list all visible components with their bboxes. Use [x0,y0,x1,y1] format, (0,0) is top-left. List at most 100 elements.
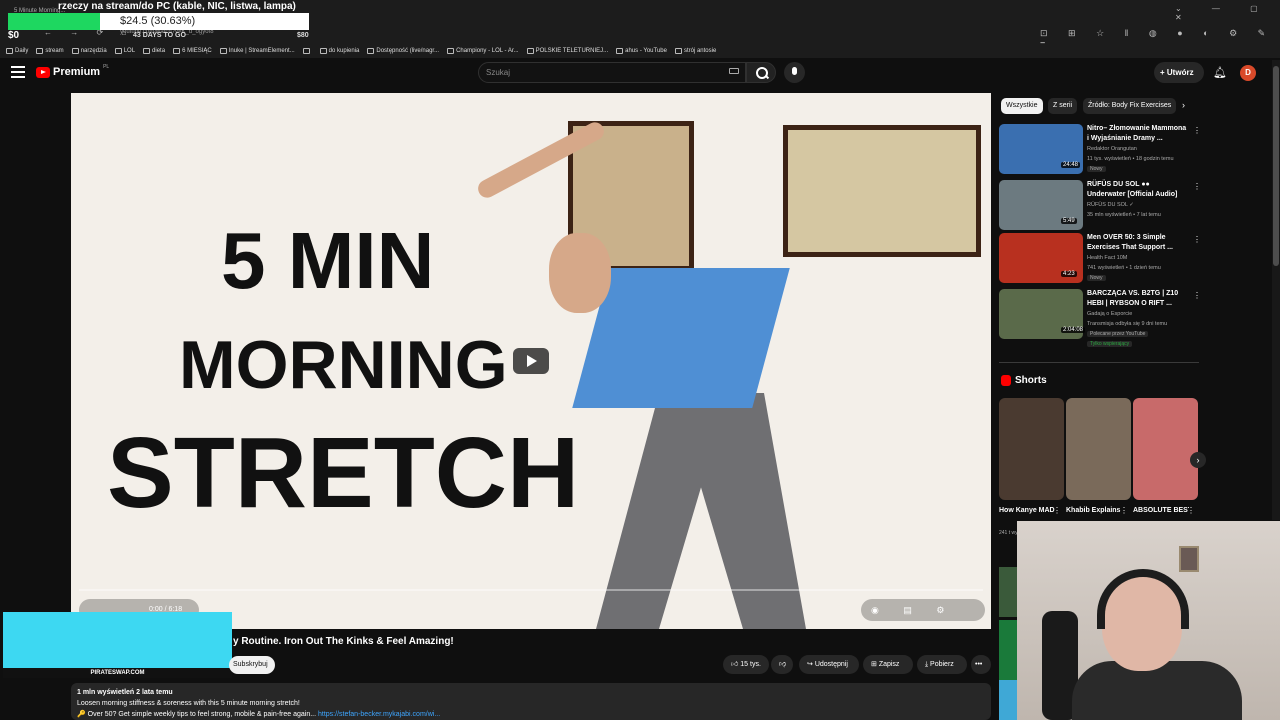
video-player[interactable]: 5 MIN MORNING STRETCH 0:00 / 6:18 ◉ ▤ ⚙ … [71,93,991,629]
chip-series[interactable]: Z serii [1048,98,1078,114]
dislike-button[interactable]: 👎︎ [771,655,793,674]
description-line: 🔑 Over 50? Get simple weekly tips to fee… [77,710,440,718]
bookmark-item[interactable]: dieta [143,48,165,54]
subscribe-button[interactable]: Subskrybuj [229,656,275,674]
recommendation-channel[interactable]: Gadają o Esporcie [1087,311,1132,317]
save-button[interactable]: ⊞ Zapisz [863,655,913,674]
bookmark-item[interactable]: Dostępność (live/nagr... [367,48,439,54]
share-button[interactable]: ↪ Udostępnij [799,655,859,674]
short-thumbnail[interactable] [999,398,1064,500]
recommendation-title[interactable]: BARCZĄCA VS. B2TG | Z10 HEBI | RYBSON O … [1087,289,1187,309]
status-badge: Nowy [1087,275,1106,281]
bookmark-label: narzędzia [80,48,107,54]
recommendation-thumbnail[interactable] [999,567,1017,617]
download-label: Pobierz [930,661,954,668]
bookmark-label: Championy - LOL - Ar... [456,48,519,54]
recommendation-thumbnail[interactable] [999,620,1017,680]
more-options-icon[interactable]: ⋮ [1053,506,1061,515]
bookmark-label: stream [45,48,64,54]
duration-badge: 2:04:08 [1061,327,1086,333]
short-title[interactable]: Khabib Explains W... [1066,506,1122,516]
search-input[interactable]: Szukaj [478,62,746,83]
recommendation-title[interactable]: Men OVER 50: 3 Simple Exercises That Sup… [1087,233,1187,253]
more-options-icon[interactable]: ⋮ [1120,506,1128,515]
search-button[interactable] [746,62,776,83]
section-divider [999,362,1199,363]
more-options-icon[interactable]: ⋮ [1193,182,1201,191]
description-line: Loosen morning stiffness & soreness with… [77,700,300,707]
bookmark-item[interactable]: stream [36,48,64,54]
microphone-icon[interactable] [784,62,805,83]
folder-icon [173,48,181,54]
chevron-right-icon[interactable]: › [1190,452,1206,468]
recommendation-meta: Transmisja odbyła się 9 dni temu [1087,321,1168,327]
recommendation-channel[interactable]: Health Fact 10M [1087,255,1127,261]
bookmark-item[interactable]: 6 MIESIĄC [173,48,212,54]
keyboard-icon[interactable] [729,68,739,74]
chevron-right-icon[interactable]: › [1182,100,1185,110]
avatar[interactable]: D [1240,65,1256,81]
duration-badge: 4:23 [1061,271,1077,277]
more-options-icon[interactable]: ⋮ [1187,506,1195,515]
logo-region: PL [103,64,110,70]
goal-target: $80 [297,32,309,39]
thumbnail-text-line3: STRETCH [107,417,580,529]
player-controls-right[interactable]: ◉ ▤ ⚙ ▭ ⤢ [861,599,985,629]
recommendation-channel[interactable]: Redaktor Orangutan [1087,146,1137,152]
more-options-icon[interactable]: ⋮ [1193,291,1201,300]
recommendation-title[interactable]: Nitro– Złomowanie Mammona i Wyjaśnianie … [1087,124,1187,144]
goal-current: $0 [8,30,20,41]
more-options-icon[interactable]: ⋮ [1193,235,1201,244]
bell-icon[interactable]: 🔔︎ [1213,66,1227,79]
video-views-date: 1 mln wyświetleń 2 lata temu [77,689,173,696]
save-label: Zapisz [878,661,900,668]
recommendation-item[interactable]: 2:04:08 BARCZĄCA VS. B2TG | Z10 HEBI | R… [999,289,1201,347]
recommendation-meta: 11 tys. wyświetleń • 18 godzin temu [1087,156,1174,162]
short-thumbnail[interactable] [1133,398,1198,500]
bookmark-item[interactable]: Daily [6,48,28,54]
folder-icon [36,48,44,54]
chip-source[interactable]: Źródło: Body Fix Exercises [1083,98,1177,114]
bookmark-label: ahus - YouTube [625,48,667,54]
download-button[interactable]: ⤓ Pobierz [917,655,967,674]
play-icon[interactable] [513,348,549,374]
bookmark-item[interactable]: Inuke | StreamElement... [219,48,295,54]
bookmark-item[interactable] [302,48,312,54]
bookmark-label: 6 MIESIĄC [182,48,212,54]
short-thumbnail[interactable] [1066,398,1131,500]
recommendation-item[interactable]: 5:49 RÜFÜS DU SOL ●● Underwater [Officia… [999,180,1201,232]
short-title[interactable]: ABSOLUTE BEST Glute... [1133,506,1189,516]
bookmark-item[interactable]: LOL [114,48,135,54]
bookmark-item[interactable]: POLSKIE TELETURNIEJ... [526,48,608,54]
shorts-heading: Shorts [1015,375,1047,386]
short-title[interactable]: How Kanye MADE BAC... [999,506,1055,516]
bookmark-item[interactable]: ahus - YouTube [616,48,667,54]
recommendation-item[interactable]: 24:48 Nitro– Złomowanie Mammona i Wyjaśn… [999,124,1201,176]
description-link[interactable]: https://stefan-becker.mykajabi.com/wi... [318,711,440,718]
recommendation-channel[interactable]: RÜFÜS DU SOL ✓ [1087,202,1134,208]
more-actions-button[interactable]: ••• [971,655,991,674]
bookmark-label: strój antosie [683,48,717,54]
bookmark-item[interactable]: narzędzia [71,48,107,54]
hamburger-menu-icon[interactable] [11,66,25,78]
share-label: Udostępnij [814,661,848,668]
recommendation-item[interactable]: 4:23 Men OVER 50: 3 Simple Exercises Tha… [999,233,1201,285]
window-controls[interactable]: ⌄ — ▢ ✕ [1175,4,1280,22]
more-options-icon[interactable]: ⋮ [1193,126,1201,135]
create-button[interactable]: + Utwórz [1154,62,1204,83]
bookmark-item[interactable]: Championy - LOL - Ar... [447,48,519,54]
scrollbar-thumb[interactable] [1273,66,1279,266]
bookmark-item[interactable]: strój antosie [674,48,717,54]
goal-title: rzeczy na stream/do PC (kable, NIC, list… [58,1,296,12]
video-progress-bar[interactable] [79,589,983,591]
bookmark-item[interactable]: do kupienia [319,48,359,54]
thumbnail-text-line2: MORNING [179,327,508,403]
recommendation-thumbnail[interactable] [999,680,1017,720]
youtube-logo[interactable]: Premium PL [36,64,110,78]
folder-icon [367,48,375,54]
members-badge: Tylko wspierający [1087,341,1133,347]
like-button[interactable]: 👍︎ 15 tys. [723,655,769,674]
chip-all[interactable]: Wszystkie [1001,98,1043,114]
recommendation-meta: 741 wyświetleń • 1 dzień temu [1087,265,1161,271]
recommendation-title[interactable]: RÜFÜS DU SOL ●● Underwater [Official Aud… [1087,180,1187,200]
